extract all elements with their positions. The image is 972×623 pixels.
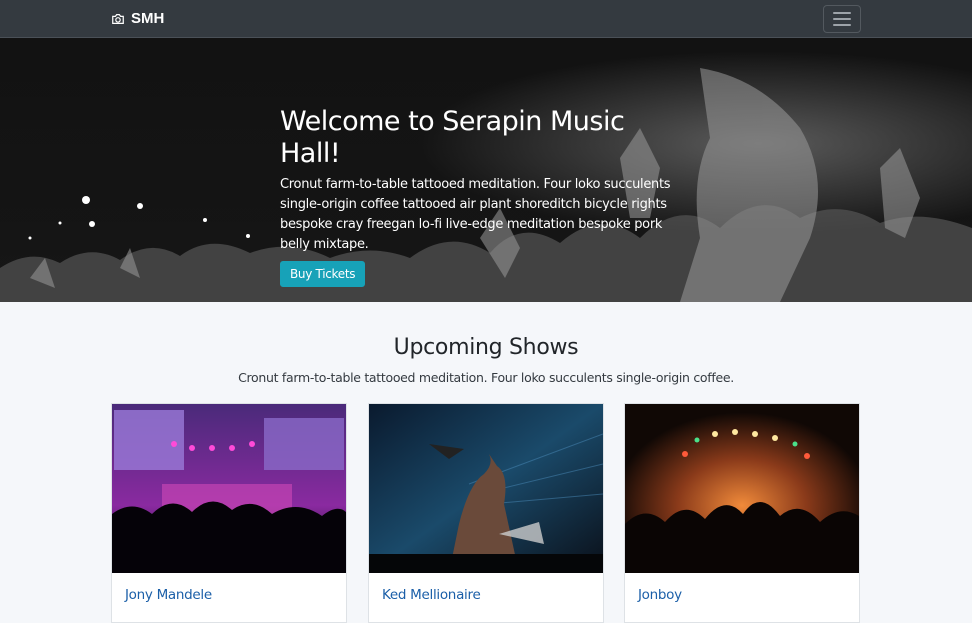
buy-tickets-button[interactable]: Buy Tickets [280,261,366,287]
navbar: SMH [0,0,972,38]
hero-content: Welcome to Serapin Music Hall! Cronut fa… [280,106,690,287]
camera-icon [112,13,124,24]
hero-title: Welcome to Serapin Music Hall! [280,106,625,169]
show-card-image [112,404,346,573]
navbar-toggle-button[interactable] [823,5,861,33]
shows-title: Upcoming Shows [393,335,579,360]
hamburger-line [833,24,851,26]
show-card-title[interactable]: Jonboy [638,587,682,603]
show-card-title[interactable]: Ked Mellionaire [382,587,481,603]
show-card-title[interactable]: Jony Mandele [125,587,212,603]
show-card[interactable]: Jonboy [624,403,860,623]
show-card[interactable]: Jony Mandele [111,403,347,623]
show-card[interactable]: Ked Mellionaire [368,403,604,623]
shows-subtitle: Cronut farm-to-table tattooed meditation… [238,370,734,385]
brand-text: SMH [131,10,165,27]
hero-section: Welcome to Serapin Music Hall! Cronut fa… [0,38,972,302]
hamburger-line [833,18,851,20]
hamburger-menu-icon [833,12,851,14]
show-card-image [369,404,603,573]
hero-text: Cronut farm-to-table tattooed meditation… [280,177,671,252]
show-card-image [625,404,859,573]
brand-link[interactable]: SMH [111,10,164,27]
